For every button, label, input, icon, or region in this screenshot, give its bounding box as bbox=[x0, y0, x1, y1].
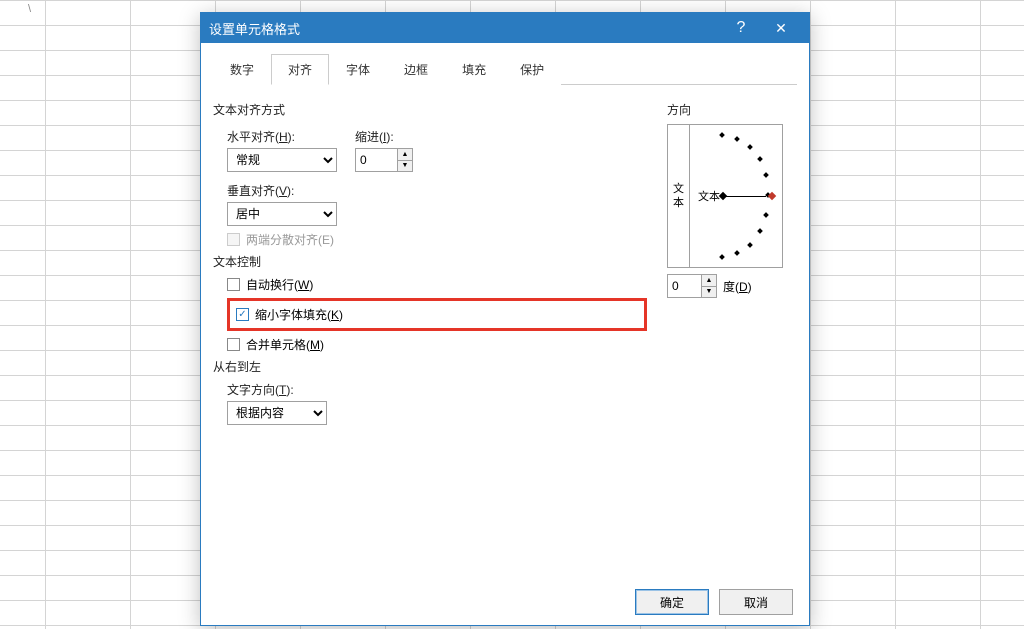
left-column: 文本对齐方式 水平对齐(H): 常规 缩进(I): bbox=[213, 97, 647, 581]
justify-distributed-row: 两端分散对齐(E) bbox=[227, 231, 647, 248]
merge-cells-checkbox[interactable] bbox=[227, 338, 240, 351]
rtl-section-label: 从右到左 bbox=[213, 358, 647, 375]
text-control-section-label: 文本控制 bbox=[213, 253, 647, 270]
shrink-to-fit-checkbox[interactable]: ✓ bbox=[236, 308, 249, 321]
degree-row: ▲ ▼ 度(D) bbox=[667, 274, 797, 298]
wrap-text-checkbox[interactable] bbox=[227, 278, 240, 291]
horizontal-align-label: 水平对齐(H): bbox=[227, 128, 337, 145]
tab-fill[interactable]: 填充 bbox=[445, 54, 503, 85]
tab-font[interactable]: 字体 bbox=[329, 54, 387, 85]
indent-label: 缩进(I): bbox=[355, 128, 413, 145]
indent-spin-down[interactable]: ▼ bbox=[398, 161, 412, 172]
justify-distributed-checkbox bbox=[227, 233, 240, 246]
orientation-dial-label: 文本 bbox=[698, 188, 720, 204]
shrink-to-fit-highlight: ✓ 缩小字体填充(K) bbox=[227, 298, 647, 331]
cell-ref-indicator: \ bbox=[28, 3, 31, 15]
dialog-title: 设置单元格格式 bbox=[209, 19, 721, 38]
tab-border[interactable]: 边框 bbox=[387, 54, 445, 85]
text-direction-label: 文字方向(T): bbox=[227, 381, 647, 398]
dialog-titlebar: 设置单元格格式 ? ✕ bbox=[201, 13, 809, 43]
justify-distributed-label: 两端分散对齐(E) bbox=[246, 231, 334, 248]
orientation-dial[interactable]: 文本 bbox=[690, 125, 782, 267]
tab-protection[interactable]: 保护 bbox=[503, 54, 561, 85]
tab-number[interactable]: 数字 bbox=[213, 54, 271, 85]
orientation-section-label: 方向 bbox=[667, 101, 797, 118]
degree-input[interactable] bbox=[667, 274, 701, 298]
degree-spin-up[interactable]: ▲ bbox=[702, 275, 716, 287]
format-cells-dialog: 设置单元格格式 ? ✕ 数字 对齐 字体 边框 填充 保护 文本对齐方式 水平对… bbox=[200, 12, 810, 626]
ok-button[interactable]: 确定 bbox=[635, 589, 709, 615]
right-column: 方向 文 本 bbox=[667, 97, 797, 581]
orientation-dial-marker[interactable] bbox=[768, 192, 776, 200]
tab-alignment[interactable]: 对齐 bbox=[271, 54, 329, 85]
tabs: 数字 对齐 字体 边框 填充 保护 bbox=[213, 53, 797, 85]
degree-spin-down[interactable]: ▼ bbox=[702, 287, 716, 298]
orientation-vertical-toggle[interactable]: 文 本 bbox=[668, 125, 690, 267]
tab-content: 文本对齐方式 水平对齐(H): 常规 缩进(I): bbox=[213, 97, 797, 581]
shrink-to-fit-row[interactable]: ✓ 缩小字体填充(K) bbox=[236, 306, 638, 323]
indent-spin-up[interactable]: ▲ bbox=[398, 149, 412, 161]
merge-cells-row[interactable]: 合并单元格(M) bbox=[227, 336, 647, 353]
merge-cells-label: 合并单元格(M) bbox=[246, 336, 324, 353]
dialog-body: 数字 对齐 字体 边框 填充 保护 文本对齐方式 水平对齐(H): 常规 bbox=[201, 43, 809, 625]
text-align-section-label: 文本对齐方式 bbox=[213, 101, 647, 118]
orientation-box: 文 本 bbox=[667, 124, 783, 268]
wrap-text-label: 自动换行(W) bbox=[246, 276, 313, 293]
indent-input[interactable] bbox=[355, 148, 397, 172]
degree-label: 度(D) bbox=[723, 278, 752, 295]
close-button[interactable]: ✕ bbox=[761, 14, 801, 42]
dialog-footer: 确定 取消 bbox=[213, 581, 797, 617]
vertical-align-label: 垂直对齐(V): bbox=[227, 182, 647, 199]
cancel-button[interactable]: 取消 bbox=[719, 589, 793, 615]
horizontal-align-select[interactable]: 常规 bbox=[227, 148, 337, 172]
text-direction-select[interactable]: 根据内容 bbox=[227, 401, 327, 425]
wrap-text-row[interactable]: 自动换行(W) bbox=[227, 276, 647, 293]
degree-spinner[interactable]: ▲ ▼ bbox=[667, 274, 717, 298]
shrink-to-fit-label: 缩小字体填充(K) bbox=[255, 306, 343, 323]
vertical-align-select[interactable]: 居中 bbox=[227, 202, 337, 226]
indent-spinner[interactable]: ▲ ▼ bbox=[355, 148, 413, 172]
help-button[interactable]: ? bbox=[721, 14, 761, 42]
orientation-dial-line bbox=[720, 196, 766, 197]
